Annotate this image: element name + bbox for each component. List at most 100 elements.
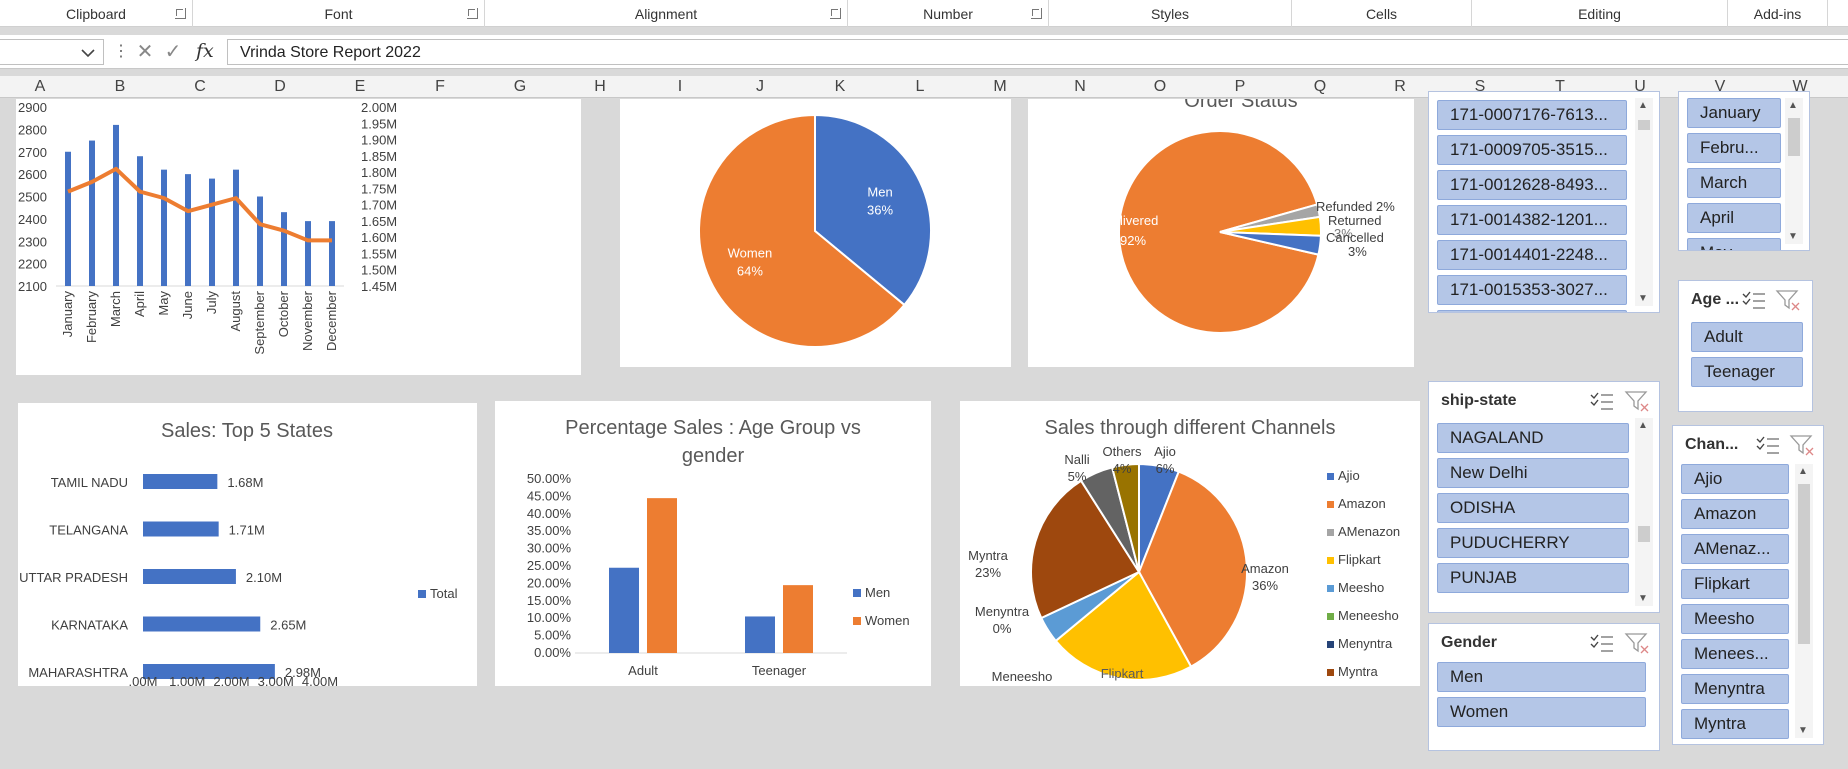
dialog-launcher-icon[interactable] bbox=[830, 8, 841, 19]
scrollbar[interactable]: ▲ ▼ bbox=[1635, 98, 1653, 306]
slicer-item[interactable]: Meesho bbox=[1681, 604, 1789, 634]
column-header-g[interactable]: G bbox=[480, 76, 560, 98]
column-header-q[interactable]: Q bbox=[1280, 76, 1360, 98]
ribbon-group-label: Cells bbox=[1365, 6, 1398, 22]
slicer-item[interactable]: 171-0012628-8493... bbox=[1437, 170, 1627, 200]
slicer-item[interactable]: 171-0019226-0428... bbox=[1437, 310, 1627, 312]
column-header-n[interactable]: N bbox=[1040, 76, 1120, 98]
scroll-down-icon[interactable]: ▼ bbox=[1788, 231, 1798, 242]
scroll-thumb[interactable] bbox=[1788, 118, 1800, 156]
slicer-item[interactable]: May bbox=[1687, 238, 1781, 250]
column-header-a[interactable]: A bbox=[0, 76, 80, 98]
enter-icon[interactable]: ✓ bbox=[162, 40, 184, 64]
channels-chart[interactable]: Sales through different Channels Ajio 6% Am… bbox=[960, 401, 1420, 686]
monthly-sales-chart[interactable]: 2100 2200 2300 2400 2500 2600 2700 2800 2900 1.45… bbox=[16, 99, 581, 375]
column-header-c[interactable]: C bbox=[160, 76, 240, 98]
slicer-item[interactable]: 171-0015353-3027... bbox=[1437, 275, 1627, 305]
x-tick-label: 2.00M bbox=[213, 674, 249, 686]
slicer-item[interactable]: 171-0007176-7613... bbox=[1437, 100, 1627, 130]
column-header-i[interactable]: I bbox=[640, 76, 720, 98]
slicer-item[interactable]: April bbox=[1687, 203, 1781, 233]
scroll-thumb[interactable] bbox=[1798, 484, 1810, 644]
scroll-up-icon[interactable]: ▲ bbox=[1638, 100, 1648, 111]
column-header-b[interactable]: B bbox=[80, 76, 160, 98]
slicer-item[interactable]: 171-0014401-2248... bbox=[1437, 240, 1627, 270]
column-header-o[interactable]: O bbox=[1120, 76, 1200, 98]
y2-tick-label: 1.80M bbox=[361, 165, 397, 180]
scroll-down-icon[interactable]: ▼ bbox=[1638, 593, 1648, 604]
scroll-down-icon[interactable]: ▼ bbox=[1638, 293, 1648, 304]
bar bbox=[209, 178, 215, 286]
multi-select-icon[interactable] bbox=[1589, 390, 1615, 412]
multi-select-icon[interactable] bbox=[1755, 434, 1781, 456]
slicer-item[interactable]: Menyntra bbox=[1681, 674, 1789, 704]
age-gender-chart[interactable]: Percentage Sales : Age Group vs gender 0.0… bbox=[495, 401, 931, 686]
order-status-chart[interactable]: Order Status livered 92% Refunded 2% Returne… bbox=[1028, 99, 1414, 367]
name-box[interactable] bbox=[0, 39, 104, 65]
formula-input[interactable]: Vrinda Store Report 2022 bbox=[227, 39, 1848, 65]
slicer-item[interactable]: New Delhi bbox=[1437, 458, 1629, 488]
column-header-e[interactable]: E bbox=[320, 76, 400, 98]
chevron-down-icon[interactable] bbox=[81, 48, 95, 58]
clear-filter-icon[interactable] bbox=[1624, 632, 1650, 654]
x-tick-label: April bbox=[132, 291, 147, 317]
slicer-item[interactable]: ODISHA bbox=[1437, 493, 1629, 523]
column-header-j[interactable]: J bbox=[720, 76, 800, 98]
column-header-k[interactable]: K bbox=[800, 76, 880, 98]
slicer-item[interactable]: PUNJAB bbox=[1437, 563, 1629, 593]
multi-select-icon[interactable] bbox=[1589, 632, 1615, 654]
insert-function-icon[interactable]: fx bbox=[196, 40, 214, 62]
column-header-p[interactable]: P bbox=[1200, 76, 1280, 98]
top-states-chart[interactable]: Sales: Top 5 States TAMIL NADU 1.68M TELANG… bbox=[18, 403, 477, 686]
scroll-thumb[interactable] bbox=[1638, 120, 1650, 130]
slicer-item[interactable]: Adult bbox=[1691, 322, 1803, 352]
column-header-f[interactable]: F bbox=[400, 76, 480, 98]
slicer-item[interactable]: Women bbox=[1437, 697, 1646, 727]
slicer-item[interactable]: Menees... bbox=[1681, 639, 1789, 669]
y2-tick-label: 1.85M bbox=[361, 149, 397, 164]
slicer-item[interactable]: Teenager bbox=[1691, 357, 1803, 387]
slicer-item[interactable]: NAGALAND bbox=[1437, 423, 1629, 453]
scrollbar[interactable]: ▲ ▼ bbox=[1785, 98, 1803, 244]
clear-filter-icon[interactable] bbox=[1624, 390, 1650, 412]
scrollbar[interactable]: ▲ ▼ bbox=[1635, 418, 1653, 606]
column-header-h[interactable]: H bbox=[560, 76, 640, 98]
multi-select-icon[interactable] bbox=[1741, 289, 1767, 311]
clear-filter-icon[interactable] bbox=[1789, 434, 1815, 456]
clear-filter-icon[interactable] bbox=[1775, 289, 1801, 311]
slicer-item[interactable]: Flipkart bbox=[1681, 569, 1789, 599]
dialog-launcher-icon[interactable] bbox=[467, 8, 478, 19]
scroll-up-icon[interactable]: ▲ bbox=[1788, 100, 1798, 111]
slicer-item[interactable]: AMenaz... bbox=[1681, 534, 1789, 564]
slicer-item[interactable]: Amazon bbox=[1681, 499, 1789, 529]
scroll-down-icon[interactable]: ▼ bbox=[1798, 725, 1808, 736]
slice-label: Cancelled bbox=[1326, 230, 1384, 245]
x-tick-label: Teenager bbox=[752, 663, 807, 678]
slicer-item[interactable]: Ajio bbox=[1681, 464, 1789, 494]
gender-slicer: Gender Men Women bbox=[1428, 623, 1660, 751]
slicer-item[interactable]: 171-0014382-1201... bbox=[1437, 205, 1627, 235]
gender-pie-chart[interactable]: Men 36% Women 64% bbox=[620, 99, 1011, 367]
dialog-launcher-icon[interactable] bbox=[175, 8, 186, 19]
slicer-item[interactable]: Men bbox=[1437, 662, 1646, 692]
cancel-icon[interactable]: ✕ bbox=[134, 40, 156, 64]
chart-title: gender bbox=[682, 445, 745, 467]
slicer-item[interactable]: PUDUCHERRY bbox=[1437, 528, 1629, 558]
chart-title: Order Status bbox=[1184, 99, 1297, 112]
slicer-item[interactable]: 171-0009705-3515... bbox=[1437, 135, 1627, 165]
slicer-item[interactable]: January bbox=[1687, 98, 1781, 128]
dialog-launcher-icon[interactable] bbox=[1031, 8, 1042, 19]
more-options-icon[interactable]: ⋮ bbox=[110, 40, 132, 64]
column-header-l[interactable]: L bbox=[880, 76, 960, 98]
scroll-thumb[interactable] bbox=[1638, 526, 1650, 542]
column-header-m[interactable]: M bbox=[960, 76, 1040, 98]
slicer-title: Chan... bbox=[1685, 436, 1739, 453]
scroll-up-icon[interactable]: ▲ bbox=[1798, 466, 1808, 477]
slicer-item[interactable]: Myntra bbox=[1681, 709, 1789, 739]
scrollbar[interactable]: ▲ ▼ bbox=[1795, 464, 1813, 738]
ribbon-group-label: Clipboard bbox=[66, 6, 126, 22]
column-header-d[interactable]: D bbox=[240, 76, 320, 98]
scroll-up-icon[interactable]: ▲ bbox=[1638, 420, 1648, 431]
slicer-item[interactable]: Febru... bbox=[1687, 133, 1781, 163]
slicer-item[interactable]: March bbox=[1687, 168, 1781, 198]
